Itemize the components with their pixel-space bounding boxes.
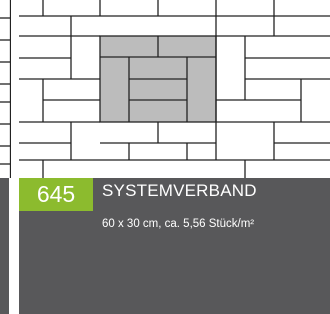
paving-pattern-illustration: [19, 0, 330, 178]
product-spec: 60 x 30 cm, ca. 5,56 Stück/m²: [102, 218, 255, 230]
product-code-badge: 645: [19, 178, 93, 211]
product-info-panel: 645 SYSTEMVERBAND 60 x 30 cm, ca. 5,56 S…: [19, 178, 330, 314]
adjacent-card-edge: [0, 0, 11, 314]
product-title: SYSTEMVERBAND: [102, 181, 257, 200]
product-card[interactable]: 645 SYSTEMVERBAND 60 x 30 cm, ca. 5,56 S…: [19, 0, 330, 314]
